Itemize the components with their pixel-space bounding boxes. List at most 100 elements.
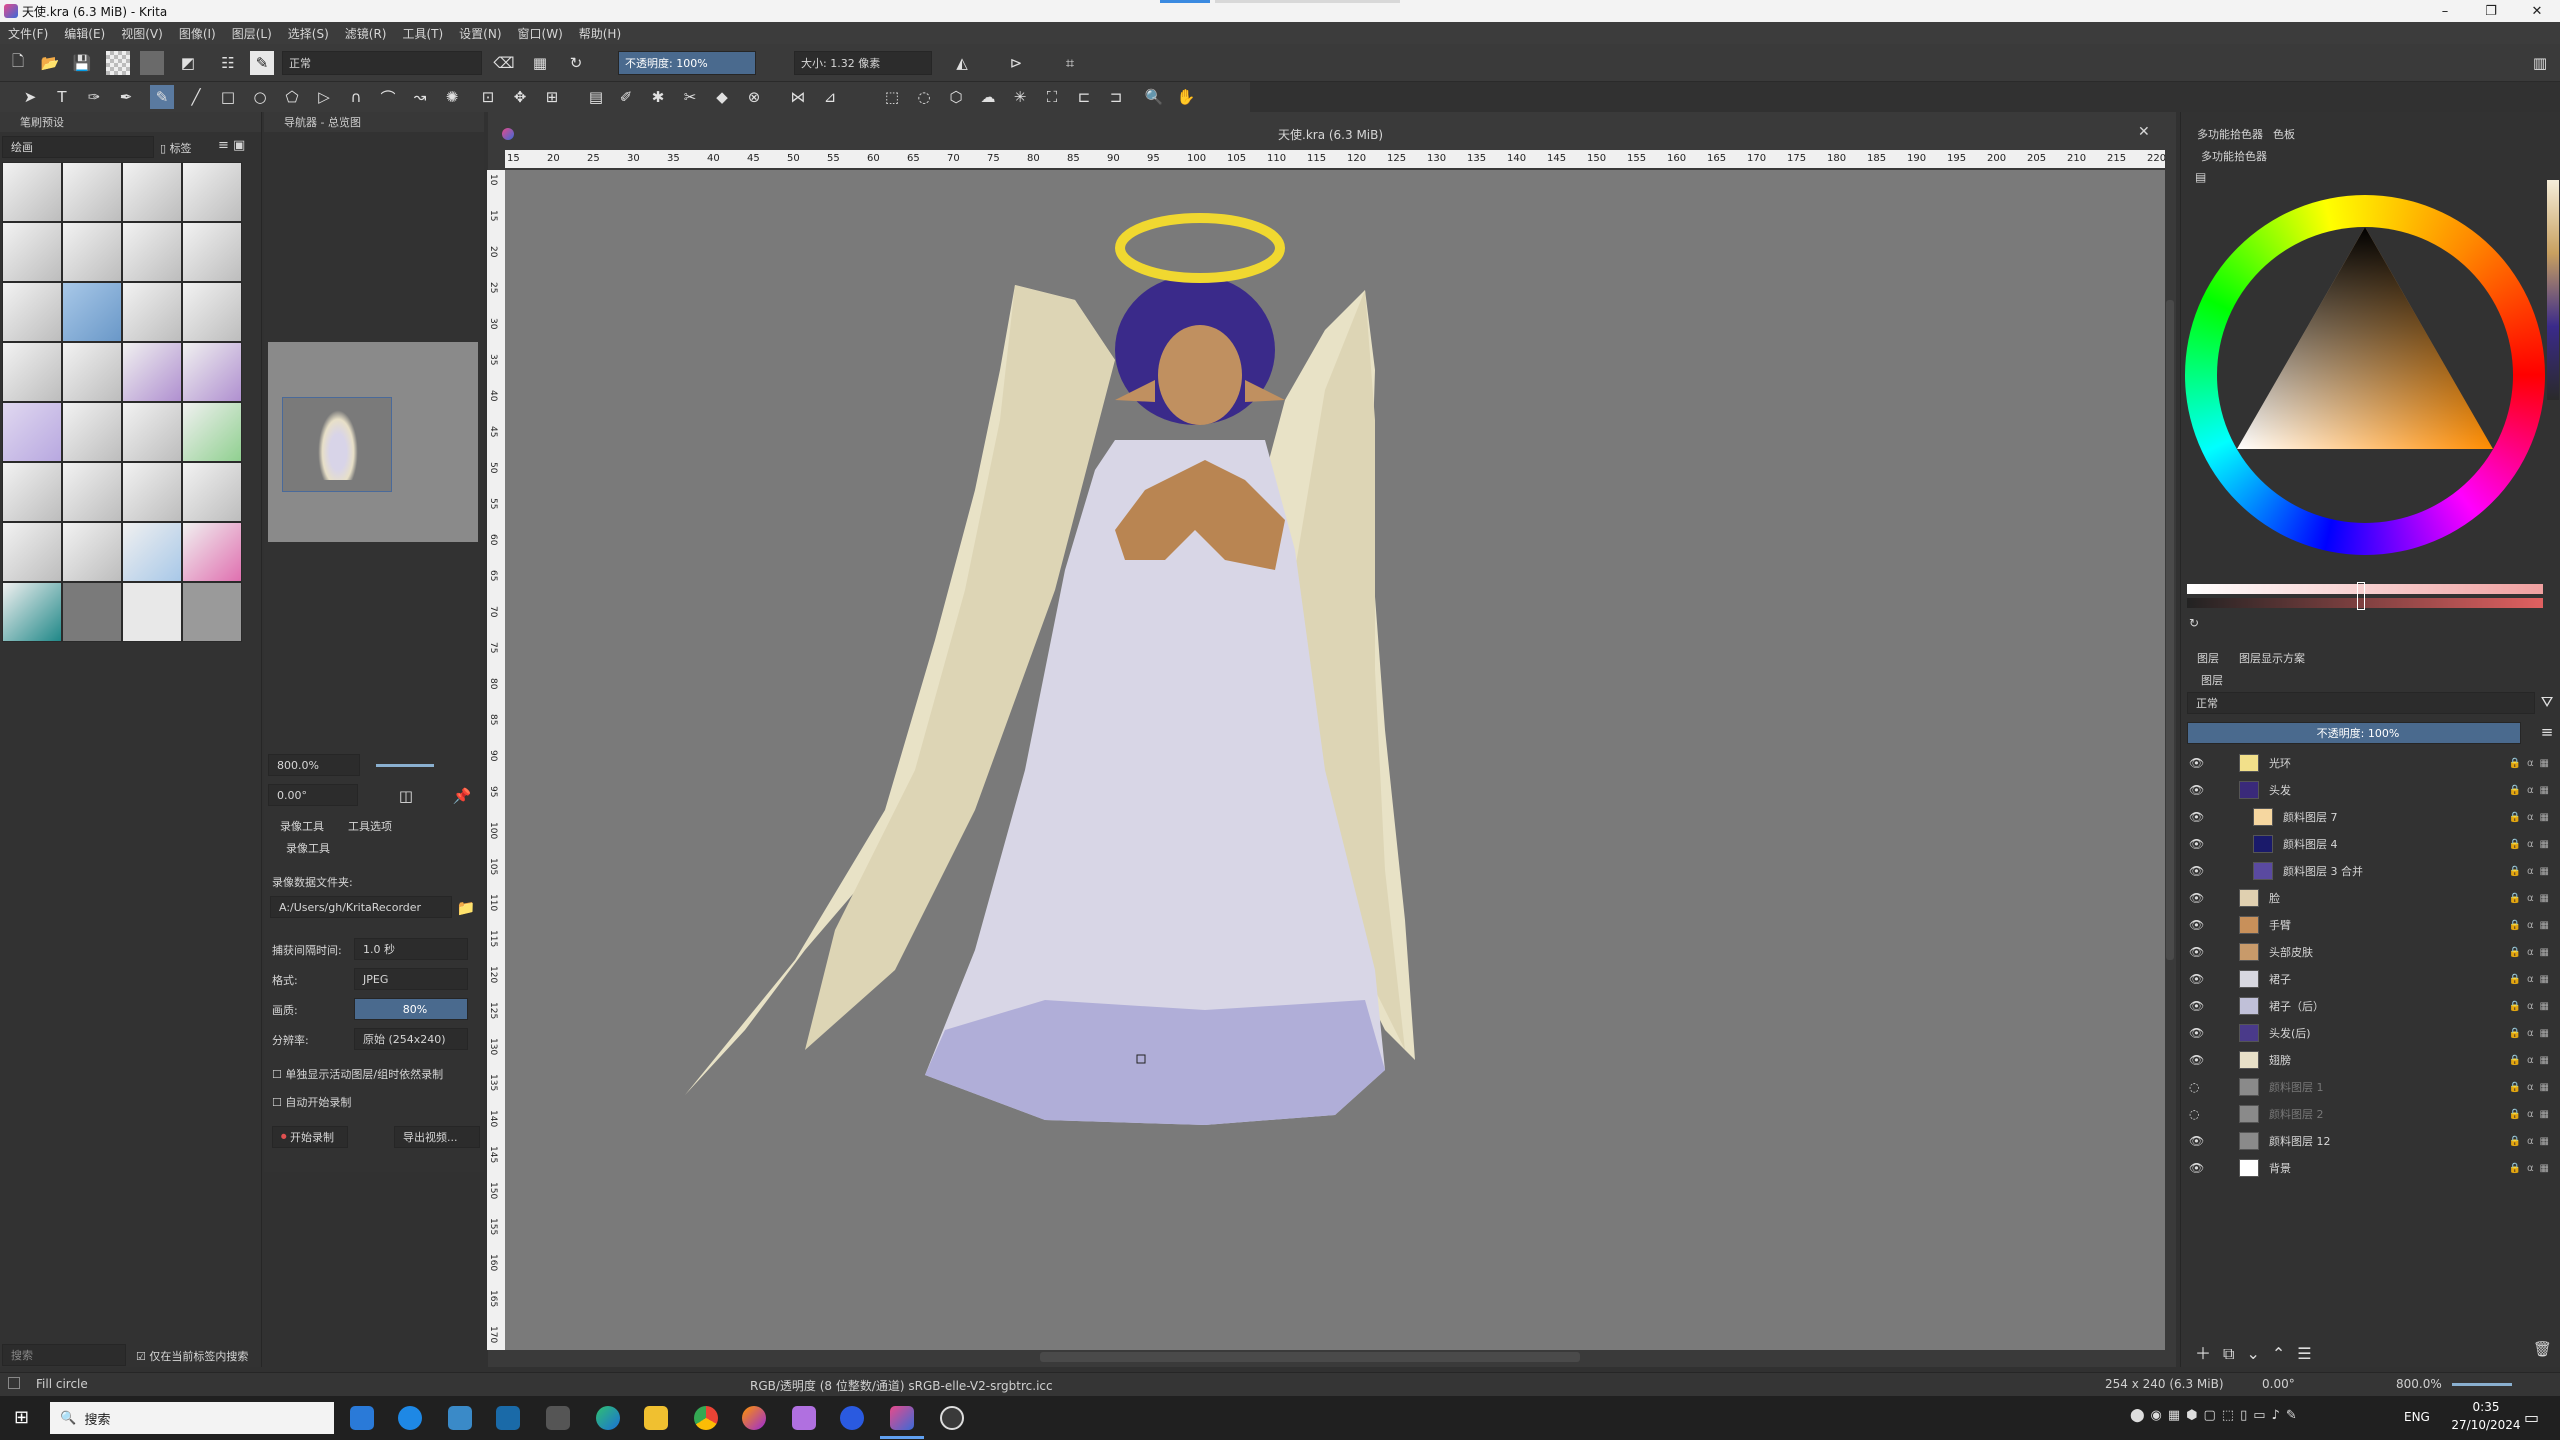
brush-preset[interactable] — [2, 462, 62, 522]
app-icon-13[interactable] — [940, 1406, 964, 1430]
layer-row[interactable]: 👁 颜料图层 7 🔒α▦ — [2181, 804, 2560, 830]
brush-filter-select[interactable]: 绘画 — [2, 136, 154, 158]
wrap-around-icon[interactable]: ⌗ — [1058, 51, 1082, 75]
brush-preset[interactable] — [122, 282, 182, 342]
visibility-eye-icon[interactable]: 👁 — [2189, 1053, 2205, 1067]
close-button[interactable]: ✕ — [2514, 0, 2560, 22]
brush-tag-button[interactable]: ▯ 标签 — [160, 140, 192, 156]
menu-image[interactable]: 图像(I) — [179, 25, 216, 42]
brush-preset[interactable] — [182, 222, 242, 282]
polygon-select-icon[interactable]: ⬡ — [944, 85, 968, 109]
layer-properties-icon[interactable]: ☰ — [2297, 1344, 2323, 1363]
layer-row[interactable]: 👁 裙子 🔒α▦ — [2181, 966, 2560, 992]
navigator-zoom-slider[interactable] — [376, 764, 434, 767]
smart-patch-icon[interactable]: ✱ — [646, 85, 670, 109]
opacity-slider[interactable]: 不透明度: 100% — [618, 51, 756, 75]
visibility-eye-icon[interactable]: 👁 — [2189, 1134, 2205, 1148]
clock-date[interactable]: 27/10/2024 — [2440, 1418, 2532, 1432]
brush-preset[interactable] — [122, 462, 182, 522]
layer-row[interactable]: ◌ 颜料图层 1 🔒α▦ — [2181, 1074, 2560, 1100]
polyline-tool-icon[interactable]: ▷ — [312, 85, 336, 109]
layer-row[interactable]: 👁 头部皮肤 🔒α▦ — [2181, 939, 2560, 965]
language-indicator[interactable]: ENG — [2404, 1410, 2430, 1424]
menu-view[interactable]: 视图(V) — [121, 25, 163, 42]
visibility-eye-icon[interactable]: 👁 — [2189, 1161, 2205, 1175]
menu-window[interactable]: 窗口(W) — [518, 25, 563, 42]
document-close-icon[interactable]: ✕ — [2138, 124, 2150, 140]
vertical-scrollbar[interactable] — [2166, 300, 2174, 960]
move-layer-up-icon[interactable]: ⌃ — [2272, 1344, 2297, 1363]
minimize-button[interactable]: – — [2422, 0, 2468, 22]
folder-browse-icon[interactable]: 📁 — [454, 896, 478, 920]
search-in-tag-checkbox[interactable]: ☑ 仅在当前标签内搜索 — [136, 1348, 248, 1364]
duplicate-layer-icon[interactable]: ⧉ — [2223, 1344, 2246, 1363]
color-slider-handle[interactable] — [2357, 582, 2365, 610]
menu-edit[interactable]: 编辑(E) — [64, 25, 105, 42]
freehand-path-icon[interactable]: ⌒ — [376, 85, 400, 109]
visibility-eye-icon[interactable]: 👁 — [2189, 972, 2205, 986]
layer-blend-select[interactable]: 正常 — [2187, 692, 2535, 714]
clock-time[interactable]: 0:35 — [2456, 1400, 2516, 1414]
app-icon-11[interactable] — [840, 1406, 864, 1430]
brush-settings-icon[interactable]: ☷ — [216, 51, 240, 75]
color-settings-icon[interactable]: ▤ — [2195, 170, 2206, 184]
start-recording-button[interactable]: ⏺ 开始录制 — [272, 1126, 348, 1148]
reload-preset-icon[interactable]: ↻ — [564, 51, 588, 75]
brush-preset[interactable] — [182, 342, 242, 402]
magic-wand-icon[interactable]: ✳ — [1008, 85, 1032, 109]
zoom-slider[interactable] — [2452, 1383, 2512, 1386]
layer-lock-icons[interactable]: 🔒α▦ — [2509, 947, 2556, 958]
file-explorer-icon[interactable] — [644, 1406, 668, 1430]
save-document-icon[interactable]: 💾 — [70, 51, 94, 75]
layer-row[interactable]: 👁 颜料图层 12 🔒α▦ — [2181, 1128, 2560, 1154]
color-slider-2[interactable] — [2187, 598, 2543, 608]
layer-lock-icons[interactable]: 🔒α▦ — [2509, 785, 2556, 796]
brush-preset[interactable] — [122, 222, 182, 282]
rectangle-tool-icon[interactable]: □ — [216, 85, 240, 109]
visibility-eye-icon[interactable]: ◌ — [2189, 1080, 2205, 1094]
calligraphy-icon[interactable]: ✒ — [114, 85, 138, 109]
bezier-select-icon[interactable]: ⊏ — [1072, 85, 1096, 109]
brush-preset[interactable] — [182, 402, 242, 462]
brush-preset[interactable] — [2, 222, 62, 282]
brush-preset[interactable] — [62, 222, 122, 282]
maximize-button[interactable]: ❐ — [2468, 0, 2514, 22]
taskbar-search[interactable]: 🔍 搜索 — [50, 1402, 334, 1434]
layer-row[interactable]: 👁 裙子（后） 🔒α▦ — [2181, 993, 2560, 1019]
brush-preset[interactable] — [2, 402, 62, 462]
layer-row[interactable]: 👁 光环 🔒α▦ — [2181, 750, 2560, 776]
blend-mode-select[interactable]: 正常 — [282, 51, 482, 75]
brush-preset[interactable] — [2, 162, 62, 222]
chrome-icon[interactable] — [694, 1406, 718, 1430]
layers-tab[interactable]: 图层 — [2197, 650, 2219, 666]
visibility-eye-icon[interactable]: 👁 — [2189, 999, 2205, 1013]
resolution-select[interactable]: 原始 (254x240) — [354, 1028, 468, 1050]
brush-preset[interactable] — [122, 162, 182, 222]
delete-layer-icon[interactable]: 🗑 — [2533, 1340, 2552, 1358]
color-triangle[interactable] — [2217, 227, 2513, 523]
similar-select-icon[interactable]: ⛶ — [1040, 85, 1064, 109]
multibrush-icon[interactable]: ✺ — [440, 85, 464, 109]
layer-lock-icons[interactable]: 🔒α▦ — [2509, 1055, 2556, 1066]
add-layer-icon[interactable]: ＋ — [2195, 1344, 2223, 1363]
reference-tool-icon[interactable]: ⊿ — [818, 85, 842, 109]
ellipse-tool-icon[interactable]: ○ — [248, 85, 272, 109]
assistant-tool-icon[interactable]: ⊗ — [742, 85, 766, 109]
visibility-eye-icon[interactable]: 👁 — [2189, 864, 2205, 878]
mirror-vertical-icon[interactable]: ⊳ — [1004, 51, 1028, 75]
layer-lock-icons[interactable]: 🔒α▦ — [2509, 1136, 2556, 1147]
brush-preset[interactable] — [182, 522, 242, 582]
bezier-tool-icon[interactable]: ∩ — [344, 85, 368, 109]
magnetic-select-icon[interactable]: ⊐ — [1104, 85, 1128, 109]
document-tab-title[interactable]: 天使.kra (6.3 MiB) — [1278, 126, 1383, 143]
layer-lock-icons[interactable]: 🔒α▦ — [2509, 758, 2556, 769]
brush-preset-icon[interactable]: ✎ — [250, 51, 274, 75]
color-slider-1[interactable] — [2187, 584, 2543, 594]
folder-input[interactable]: A:/Users/gh/KritaRecorder — [270, 896, 452, 918]
brush-preset[interactable] — [62, 402, 122, 462]
menu-file[interactable]: 文件(F) — [8, 25, 48, 42]
recorder-tab[interactable]: 录像工具 — [280, 818, 324, 834]
layer-lock-icons[interactable]: 🔒α▦ — [2509, 1163, 2556, 1174]
layer-lock-icons[interactable]: 🔒α▦ — [2509, 1001, 2556, 1012]
color-tab-advanced[interactable]: 多功能拾色器 — [2197, 126, 2263, 142]
